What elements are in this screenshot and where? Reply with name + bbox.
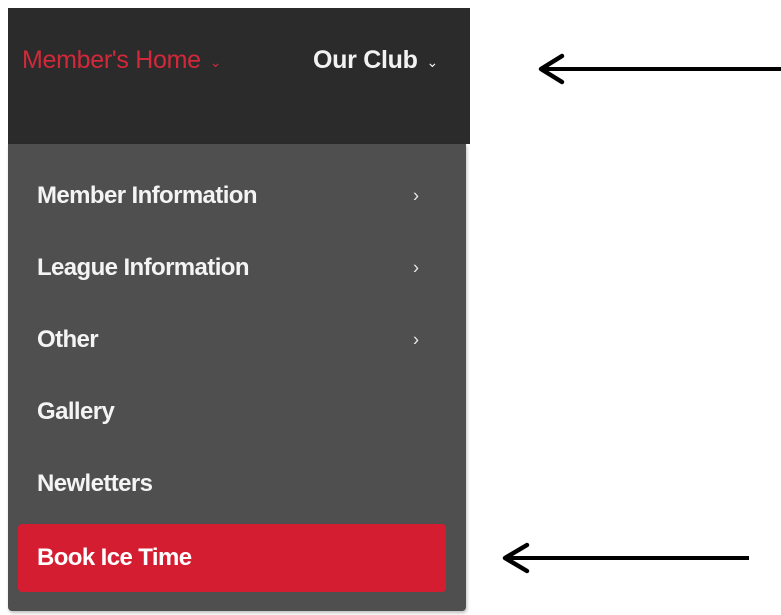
menu-item-newletters[interactable]: Newletters — [18, 452, 446, 516]
annotation-arrow-left-icon — [538, 53, 781, 85]
nav-item-our-club[interactable]: Our Club ⌄ — [313, 46, 438, 75]
chevron-right-icon: › — [413, 329, 419, 350]
annotation-arrow-left-icon — [502, 542, 749, 574]
menu-item-gallery[interactable]: Gallery — [18, 380, 446, 444]
menu-item-other[interactable]: Other › — [18, 308, 446, 372]
nav-item-members-home[interactable]: Member's Home ⌄ — [22, 46, 221, 75]
chevron-down-icon: ⌄ — [426, 54, 439, 70]
chevron-down-icon: ⌄ — [209, 54, 222, 70]
menu-item-label: League Information — [37, 254, 249, 281]
menu-item-book-ice-time[interactable]: Book Ice Time — [18, 524, 446, 592]
menu-item-member-information[interactable]: Member Information › — [18, 164, 446, 228]
menu-item-label: Member Information — [37, 182, 257, 209]
nav-item-label: Member's Home — [22, 46, 201, 74]
dropdown-menu: Member Information › League Information … — [8, 144, 466, 611]
menu-item-league-information[interactable]: League Information › — [18, 236, 446, 300]
top-navigation-bar: Member's Home ⌄ Our Club ⌄ — [8, 8, 470, 144]
menu-item-label: Book Ice Time — [37, 544, 192, 571]
chevron-right-icon: › — [413, 257, 419, 278]
nav-item-label: Our Club — [313, 46, 418, 74]
menu-item-label: Other — [37, 326, 99, 353]
menu-item-label: Newletters — [37, 470, 153, 497]
chevron-right-icon: › — [413, 185, 419, 206]
menu-item-label: Gallery — [37, 398, 115, 425]
